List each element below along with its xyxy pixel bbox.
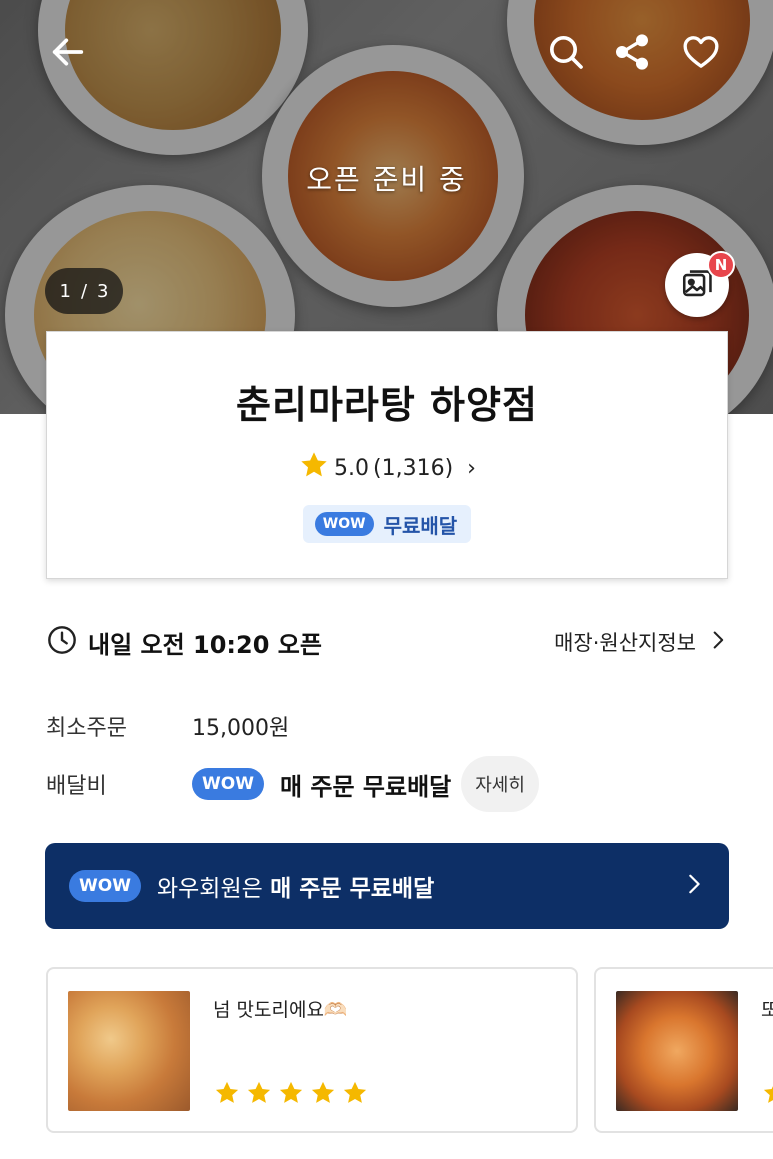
min-order-value: 15,000원 [192, 716, 290, 741]
search-icon [550, 36, 583, 69]
page-total: 3 [97, 280, 109, 302]
favorite-button[interactable] [677, 28, 725, 76]
photo-gallery-button[interactable]: N [665, 251, 735, 317]
page-current: 1 [59, 280, 71, 302]
store-origin-info-link[interactable]: 매장·원산지정보 [554, 627, 728, 657]
search-button[interactable] [542, 28, 590, 76]
image-page-counter: 1 / 3 [45, 268, 123, 314]
star-icon [343, 1081, 367, 1103]
open-status-text: 오픈 준비 중 [306, 163, 467, 196]
review-photo [68, 991, 190, 1111]
rating-link[interactable]: 5.0 (1,316) › [298, 449, 476, 487]
review-card[interactable]: 또 [594, 967, 773, 1133]
delivery-fee-detail-button[interactable]: 자세히 [461, 756, 539, 812]
opening-hours-row: 내일 오전 10:20 오픈 매장·원산지정보 [46, 622, 728, 662]
share-button[interactable] [608, 28, 656, 76]
page-separator: / [80, 280, 88, 302]
wow-badge: WOW [314, 512, 374, 536]
opening-hours-text: 내일 오전 10:20 오픈 [88, 630, 322, 659]
review-stars [761, 1079, 773, 1107]
delivery-fee-row: 배달비 WOW 매 주문 무료배달 자세히 [46, 756, 728, 812]
min-order-label: 최소주문 [46, 716, 127, 741]
review-photo [616, 991, 738, 1111]
star-icon [215, 1081, 239, 1103]
star-icon [247, 1081, 271, 1103]
rating-value: 5.0 [334, 455, 370, 481]
star-icon [311, 1081, 335, 1103]
wow-banner-text-bold: 매 주문 무료배달 [270, 876, 435, 902]
min-order-row: 최소주문 15,000원 [46, 706, 728, 746]
wow-banner-text-prefix: 와우회원은 [156, 876, 271, 902]
store-origin-info-label: 매장·원산지정보 [554, 631, 696, 655]
star-icon [298, 449, 330, 487]
star-icon [763, 1086, 773, 1103]
wow-badge: WOW [192, 768, 264, 800]
arrow-left-icon [52, 38, 84, 66]
review-text: 넘 맛도리에요🫶🏻 [213, 999, 348, 1021]
free-delivery-label: 무료배달 [383, 513, 458, 538]
back-button[interactable] [44, 28, 92, 76]
review-count: (1,316) [373, 455, 454, 481]
chevron-right-icon [683, 873, 705, 899]
chevron-right-icon: › [467, 455, 476, 481]
wow-banner-text: 와우회원은 매 주문 무료배달 [157, 869, 434, 903]
wow-badge: WOW [69, 870, 141, 902]
store-name: 춘리마라탕 하양점 [236, 383, 538, 427]
clock-icon [46, 624, 78, 660]
delivery-fee-value: 매 주문 무료배달 [279, 772, 452, 801]
store-info-card: 춘리마라탕 하양점 5.0 (1,316) › WOW 무료배달 [46, 331, 728, 579]
star-icon [279, 1081, 303, 1103]
new-badge: N [707, 251, 735, 279]
review-card[interactable]: 넘 맛도리에요🫶🏻 [46, 967, 578, 1133]
delivery-fee-label: 배달비 [46, 774, 107, 799]
wow-free-delivery-badge: WOW 무료배달 [302, 505, 472, 543]
wow-membership-banner[interactable]: WOW 와우회원은 매 주문 무료배달 [45, 843, 729, 929]
review-text: 또 [761, 995, 773, 1022]
share-icon [616, 34, 648, 70]
review-stars [213, 1079, 369, 1107]
heart-icon [683, 36, 719, 68]
chevron-right-icon [708, 630, 728, 655]
